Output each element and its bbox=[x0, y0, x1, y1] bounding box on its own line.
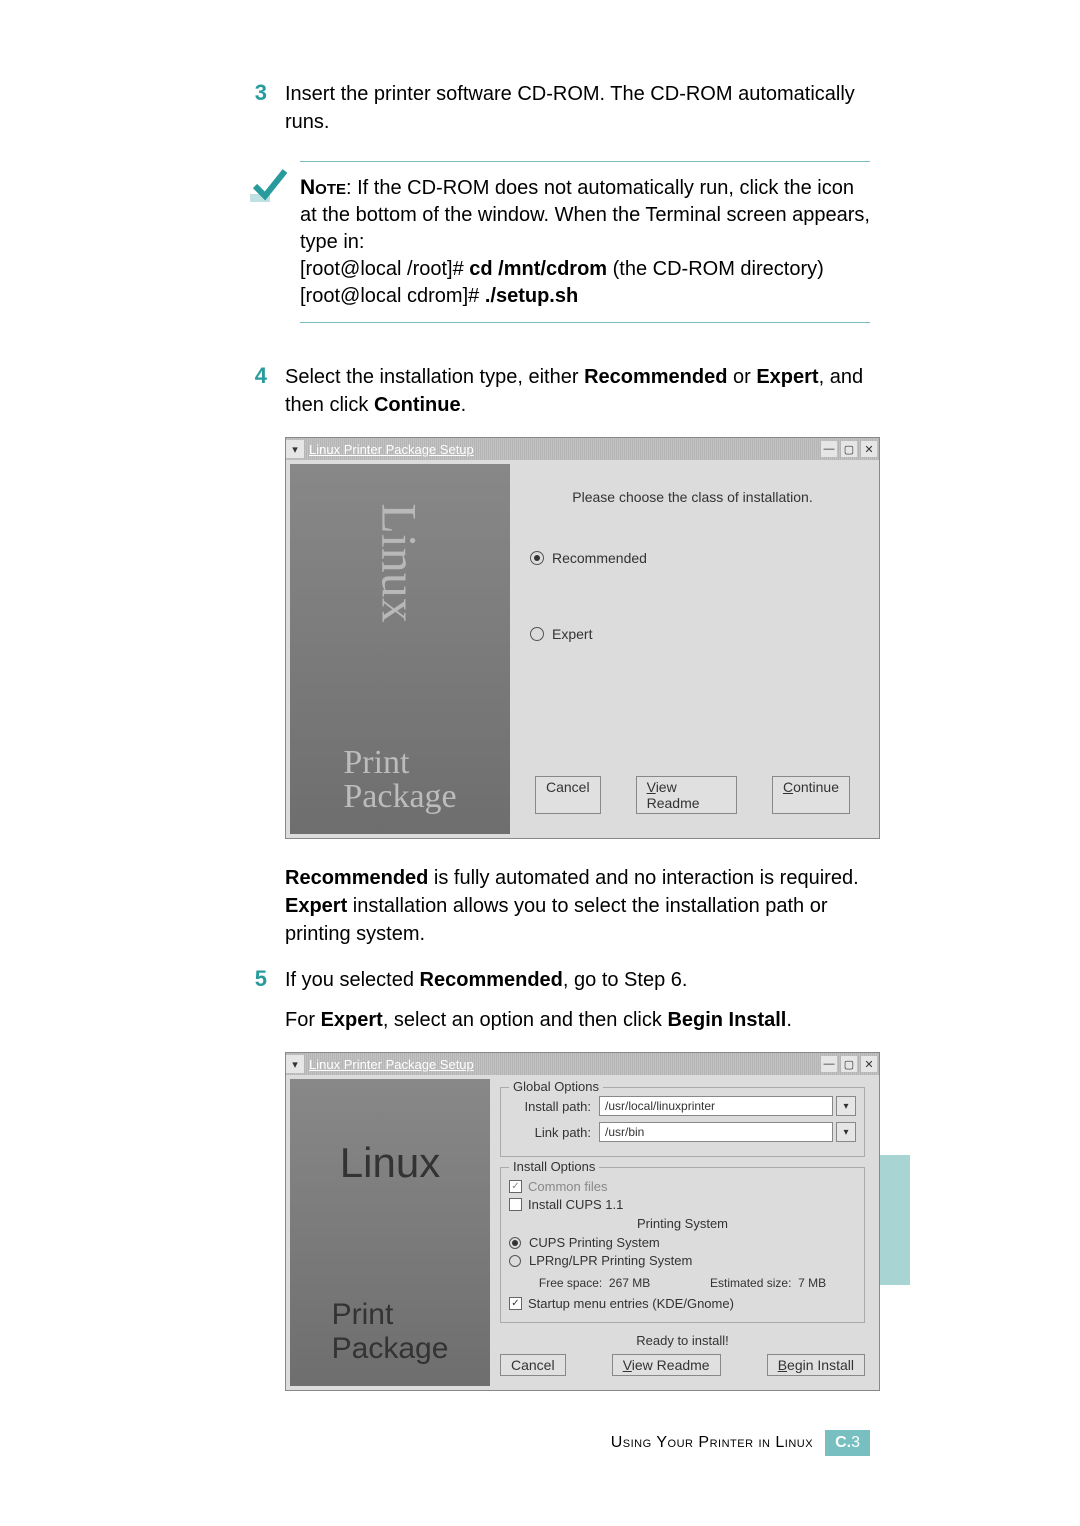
sidebar-graphic: Linux PrintPackage bbox=[290, 464, 510, 834]
close-icon[interactable]: ✕ bbox=[861, 1056, 877, 1072]
note-line2-post: (the CD-ROM directory) bbox=[607, 258, 824, 280]
link-path-input[interactable]: /usr/bin bbox=[599, 1122, 833, 1142]
install-cups-checkbox[interactable]: Install CUPS 1.1 bbox=[509, 1197, 856, 1212]
radio-icon[interactable] bbox=[530, 627, 544, 641]
expert-para: For Expert, select an option and then cl… bbox=[285, 1006, 870, 1034]
section-tab bbox=[880, 1155, 910, 1285]
footer-text: Using Your Printer in Linux bbox=[611, 1434, 813, 1452]
install-path-input[interactable]: /usr/local/linuxprinter bbox=[599, 1096, 833, 1116]
checkbox-icon[interactable] bbox=[509, 1180, 522, 1193]
note-line3-pre: [root@local cdrom]# bbox=[300, 285, 485, 307]
step-text: Select the installation type, either Rec… bbox=[285, 363, 870, 419]
ready-label: Ready to install! bbox=[500, 1333, 865, 1348]
checkbox-icon[interactable] bbox=[509, 1297, 522, 1310]
step-number: 4 bbox=[240, 363, 285, 419]
screenshot-expert-options: ▾ Linux Printer Package Setup — ▢ ✕ Linu… bbox=[285, 1052, 880, 1391]
common-files-checkbox[interactable]: Common files bbox=[509, 1179, 856, 1194]
minimize-icon[interactable]: — bbox=[821, 1056, 837, 1072]
step-text: If you selected Recommended, go to Step … bbox=[285, 966, 870, 994]
dropdown-icon[interactable]: ▾ bbox=[836, 1096, 856, 1116]
note-cmd1: cd /mnt/cdrom bbox=[469, 258, 607, 280]
radio-lpr[interactable]: LPRng/LPR Printing System bbox=[509, 1253, 856, 1268]
step-3: 3 Insert the printer software CD-ROM. Th… bbox=[240, 80, 870, 136]
sidebar-graphic: Linux PrintPackage bbox=[290, 1079, 490, 1386]
radio-recommended[interactable]: Recommended bbox=[530, 550, 855, 566]
window-titlebar: ▾ Linux Printer Package Setup — ▢ ✕ bbox=[286, 438, 879, 460]
step-4: 4 Select the installation type, either R… bbox=[240, 363, 870, 419]
window-menu-icon[interactable]: ▾ bbox=[286, 1055, 304, 1073]
cancel-button[interactable]: Cancel bbox=[535, 776, 601, 814]
page-footer: Using Your Printer in Linux C.3 bbox=[611, 1430, 870, 1456]
window-menu-icon[interactable]: ▾ bbox=[286, 440, 304, 458]
view-readme-button[interactable]: View Readme bbox=[612, 1354, 721, 1376]
minimize-icon[interactable]: — bbox=[821, 441, 837, 457]
radio-cups[interactable]: CUPS Printing System bbox=[509, 1235, 856, 1250]
close-icon[interactable]: ✕ bbox=[861, 441, 877, 457]
maximize-icon[interactable]: ▢ bbox=[841, 441, 857, 457]
dropdown-icon[interactable]: ▾ bbox=[836, 1122, 856, 1142]
step-number: 5 bbox=[240, 966, 285, 994]
window-title: Linux Printer Package Setup bbox=[309, 442, 474, 457]
radio-expert[interactable]: Expert bbox=[530, 626, 855, 642]
install-path-row: Install path: /usr/local/linuxprinter ▾ bbox=[509, 1096, 856, 1116]
note-line2-pre: [root@local /root]# bbox=[300, 258, 469, 280]
global-options-group: Global Options Install path: /usr/local/… bbox=[500, 1087, 865, 1157]
window-titlebar: ▾ Linux Printer Package Setup — ▢ ✕ bbox=[286, 1053, 879, 1075]
note-content: Note: If the CD-ROM does not automatical… bbox=[300, 161, 870, 323]
page-number-badge: C.3 bbox=[825, 1430, 870, 1456]
install-options-group: Install Options Common files Install CUP… bbox=[500, 1167, 865, 1323]
note-block: Note: If the CD-ROM does not automatical… bbox=[240, 161, 870, 323]
radio-icon[interactable] bbox=[509, 1255, 521, 1267]
install-prompt: Please choose the class of installation. bbox=[530, 489, 855, 505]
radio-icon[interactable] bbox=[530, 551, 544, 565]
explanation-para: Recommended is fully automated and no in… bbox=[285, 864, 870, 948]
note-label: Note bbox=[300, 176, 346, 199]
note-text: : If the CD-ROM does not automatically r… bbox=[300, 177, 870, 253]
step-text: Insert the printer software CD-ROM. The … bbox=[285, 80, 870, 136]
step-5: 5 If you selected Recommended, go to Ste… bbox=[240, 966, 870, 994]
view-readme-button[interactable]: View Readme bbox=[636, 776, 737, 814]
checkmark-icon bbox=[240, 161, 300, 212]
startup-menu-checkbox[interactable]: Startup menu entries (KDE/Gnome) bbox=[509, 1296, 856, 1311]
step-number: 3 bbox=[240, 80, 285, 136]
maximize-icon[interactable]: ▢ bbox=[841, 1056, 857, 1072]
printing-system-label: Printing System bbox=[509, 1216, 856, 1231]
continue-button[interactable]: Continue bbox=[772, 776, 850, 814]
cancel-button[interactable]: Cancel bbox=[500, 1354, 566, 1376]
checkbox-icon[interactable] bbox=[509, 1198, 522, 1211]
radio-icon[interactable] bbox=[509, 1237, 521, 1249]
space-info: Free space: 267 MB Estimated size: 7 MB bbox=[509, 1276, 856, 1290]
screenshot-install-class: ▾ Linux Printer Package Setup — ▢ ✕ Linu… bbox=[285, 437, 880, 839]
note-cmd2: ./setup.sh bbox=[485, 285, 578, 307]
begin-install-button[interactable]: Begin Install bbox=[767, 1354, 865, 1376]
window-title: Linux Printer Package Setup bbox=[309, 1057, 474, 1072]
link-path-row: Link path: /usr/bin ▾ bbox=[509, 1122, 856, 1142]
